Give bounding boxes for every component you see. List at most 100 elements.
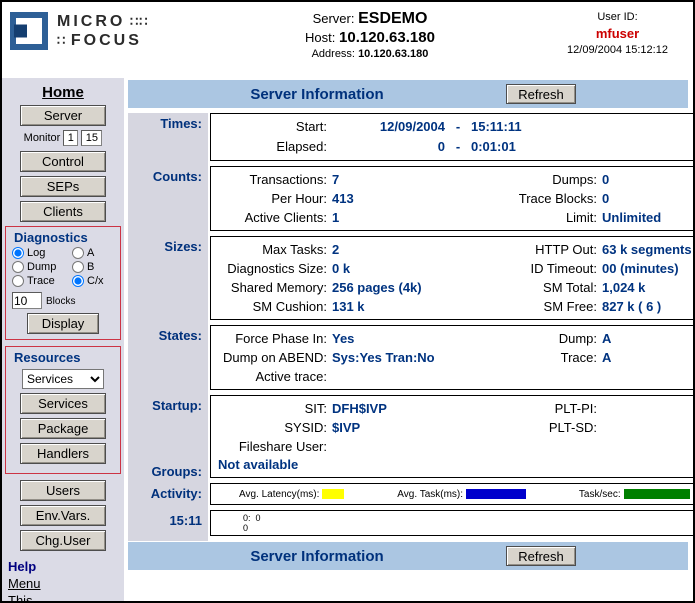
stat-label: SIT: bbox=[215, 399, 327, 418]
main-content: Server Information Refresh Times: Start:… bbox=[124, 78, 693, 601]
stat-label: Transactions: bbox=[215, 170, 327, 189]
stat-value: A bbox=[597, 329, 692, 348]
radio-log[interactable]: Log bbox=[12, 247, 72, 259]
radio-trace-input[interactable] bbox=[12, 275, 24, 287]
seps-button[interactable]: SEPs bbox=[20, 176, 106, 197]
server-info-table: Times: Start: 12/09/2004 - 15:11:11 Elap… bbox=[128, 113, 688, 541]
stat-value: 7 bbox=[327, 170, 475, 189]
help-heading: Help bbox=[8, 559, 124, 574]
diagnostics-title: Diagnostics bbox=[8, 229, 118, 247]
stat-separator: - bbox=[445, 117, 471, 137]
sizes-panel: Max Tasks: 2 HTTP Out: 63 k segments Dia… bbox=[210, 236, 693, 320]
logo-dots-top: ∷∷ bbox=[125, 14, 148, 29]
times-panel: Start: 12/09/2004 - 15:11:11 Elapsed: 0 … bbox=[210, 113, 693, 161]
stat-value bbox=[327, 367, 475, 386]
radio-log-input[interactable] bbox=[12, 247, 24, 259]
refresh-button-top[interactable]: Refresh bbox=[506, 84, 576, 104]
stat-value: 00 (minutes) bbox=[597, 259, 692, 278]
env-vars-button[interactable]: Env.Vars. bbox=[20, 505, 106, 526]
radio-cx-input[interactable] bbox=[72, 275, 84, 287]
section-label-counts: Counts: bbox=[128, 166, 208, 236]
this-link[interactable]: This bbox=[8, 593, 124, 601]
startup-label: Startup: bbox=[128, 398, 202, 413]
stat-value: 0 bbox=[597, 189, 692, 208]
server-name: ESDEMO bbox=[358, 10, 427, 27]
task-rate-bar bbox=[624, 489, 690, 499]
radio-b-input[interactable] bbox=[72, 261, 84, 273]
stat-value: Sys:Yes Tran:No bbox=[327, 348, 475, 367]
server-identity: Server: ESDEMO Host: 10.120.63.180 Addre… bbox=[190, 9, 550, 78]
activity-detail-panel: 0: 0 0 bbox=[210, 510, 693, 536]
radio-a[interactable]: A bbox=[72, 247, 116, 259]
services-button[interactable]: Services bbox=[20, 393, 106, 414]
stat-value bbox=[597, 399, 692, 418]
stat-label: Diagnostics Size: bbox=[215, 259, 327, 278]
resources-select[interactable]: Services bbox=[22, 369, 104, 389]
stat-value: 15:11:11 bbox=[471, 117, 692, 137]
stat-value: 63 k segments bbox=[597, 240, 692, 259]
section-label-sizes: Sizes: bbox=[128, 236, 208, 325]
stat-label: Dump on ABEND: bbox=[215, 348, 327, 367]
stat-value: DFH$IVP bbox=[327, 399, 475, 418]
resources-panel: Resources Services Services Package Hand… bbox=[5, 346, 121, 474]
stat-value: 2 bbox=[327, 240, 475, 259]
stat-value: 0:01:01 bbox=[471, 137, 692, 157]
stat-value: 1,024 k bbox=[597, 278, 692, 297]
monitor-count-input[interactable] bbox=[81, 130, 102, 146]
radio-a-label: A bbox=[87, 247, 94, 259]
microfocus-logo-inner-square bbox=[14, 25, 27, 38]
users-button[interactable]: Users bbox=[20, 480, 106, 501]
stat-separator: - bbox=[445, 137, 471, 157]
server-information-footer: Server Information Refresh bbox=[128, 542, 688, 570]
radio-b-label: B bbox=[87, 261, 94, 273]
radio-dump-input[interactable] bbox=[12, 261, 24, 273]
radio-dump[interactable]: Dump bbox=[12, 261, 72, 273]
radio-trace[interactable]: Trace bbox=[12, 275, 72, 287]
monitor-interval-input[interactable] bbox=[63, 130, 78, 146]
stat-value bbox=[597, 437, 692, 456]
menu-link[interactable]: Menu bbox=[8, 576, 124, 591]
package-button[interactable]: Package bbox=[20, 418, 106, 439]
control-button[interactable]: Control bbox=[20, 151, 106, 172]
stat-label bbox=[475, 367, 597, 386]
clients-button[interactable]: Clients bbox=[20, 201, 106, 222]
diagnostics-panel: Diagnostics Log A Dump bbox=[5, 226, 121, 340]
latency-legend: Avg. Latency(ms): bbox=[239, 489, 344, 500]
stat-value: 0 bbox=[597, 170, 692, 189]
stat-value bbox=[327, 437, 475, 456]
sizes-section: Max Tasks: 2 HTTP Out: 63 k segments Dia… bbox=[208, 236, 693, 325]
address-label: Address: bbox=[312, 48, 355, 60]
stat-label: Dump: bbox=[475, 329, 597, 348]
stat-value: Yes bbox=[327, 329, 475, 348]
stat-label: Elapsed: bbox=[215, 137, 327, 157]
display-button[interactable]: Display bbox=[27, 313, 99, 334]
change-user-button[interactable]: Chg.User bbox=[20, 530, 106, 551]
blocks-input[interactable] bbox=[12, 292, 42, 309]
stat-label: HTTP Out: bbox=[475, 240, 597, 259]
radio-log-label: Log bbox=[27, 247, 45, 259]
stat-value: 413 bbox=[327, 189, 475, 208]
latency-bar bbox=[322, 489, 344, 499]
stat-label: SM Total: bbox=[475, 278, 597, 297]
refresh-button-bottom[interactable]: Refresh bbox=[506, 546, 576, 566]
stat-label: Force Phase In: bbox=[215, 329, 327, 348]
resources-title: Resources bbox=[8, 349, 118, 367]
home-link[interactable]: Home bbox=[2, 84, 124, 101]
app-window: MICRO ∷∷ ∷ FOCUS Server: ESDEMO Host: 10… bbox=[0, 0, 695, 603]
stat-value bbox=[597, 418, 692, 437]
radio-b[interactable]: B bbox=[72, 261, 116, 273]
task-time-bar bbox=[466, 489, 526, 499]
handlers-button[interactable]: Handlers bbox=[20, 443, 106, 464]
host-label: Host: bbox=[305, 30, 335, 45]
server-button[interactable]: Server bbox=[20, 105, 106, 126]
server-information-header: Server Information Refresh bbox=[128, 80, 688, 108]
radio-cx[interactable]: C/x bbox=[72, 275, 116, 287]
stat-value: $IVP bbox=[327, 418, 475, 437]
groups-value: Not available bbox=[215, 456, 692, 474]
section-label-startup: Startup: Groups: bbox=[128, 395, 208, 483]
logo-line1: MICRO bbox=[57, 13, 125, 30]
server-label: Server: bbox=[313, 11, 355, 26]
user-session-info: User ID: mfuser 12/09/2004 15:12:12 bbox=[550, 9, 685, 78]
task-time-legend: Avg. Task(ms): bbox=[397, 489, 526, 500]
radio-a-input[interactable] bbox=[72, 247, 84, 259]
